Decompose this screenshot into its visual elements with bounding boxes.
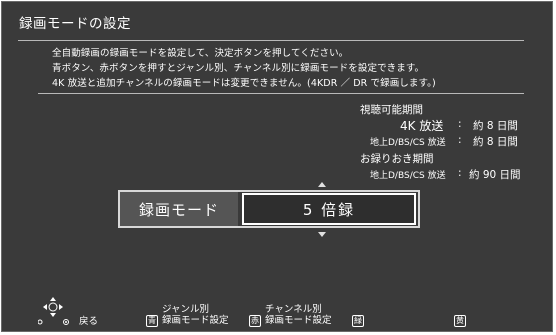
title-divider [18, 40, 524, 41]
record-mode-label: 録画モード [120, 192, 238, 226]
channel-mode-line-2: 録画モード設定 [265, 315, 332, 326]
viewable-period-heading: 視聴可能期間 [360, 104, 423, 116]
channel-mode-button[interactable]: チャンネル別 録画モード設定 [265, 304, 332, 326]
viewable-terrestrial-value: 約 8 日間 [473, 136, 518, 148]
page-title: 録画モードの設定 [19, 16, 131, 32]
genre-mode-line-1: ジャンル別 [162, 304, 210, 315]
description-divider [38, 93, 524, 94]
viewable-terrestrial-label: 地上D/BS/CS 放送 [370, 138, 446, 148]
genre-mode-button[interactable]: ジャンル別 録画モード設定 [162, 304, 229, 326]
viewable-4k-sep: : [458, 118, 462, 130]
description-line-2: 青ボタン、赤ボタンを押すとジャンル別、チャンネル別に録画モードを設定できます。 [52, 63, 425, 74]
keep-period-heading: お録りおき期間 [360, 153, 434, 165]
record-mode-value[interactable]: 5 倍録 [242, 193, 416, 225]
keep-terrestrial-sep: : [458, 167, 462, 179]
red-key-icon[interactable]: 赤 [249, 315, 261, 327]
description-line-1: 全自動録画の録画モードを設定して、決定ボタンを押してください。 [52, 48, 349, 59]
keep-terrestrial-value: 約 90 日間 [469, 169, 521, 181]
viewable-4k-value: 約 8 日間 [473, 120, 518, 132]
scroll-down-icon[interactable] [318, 232, 326, 237]
scroll-up-icon[interactable] [318, 182, 326, 187]
viewable-terrestrial-sep: : [458, 134, 462, 146]
green-key-icon[interactable]: 緑 [352, 315, 364, 327]
viewable-4k-label: 4K 放送 [400, 119, 444, 133]
dpad-icon [38, 297, 69, 325]
genre-mode-line-2: 録画モード設定 [162, 315, 229, 326]
record-mode-selector: 録画モード 5 倍録 [118, 190, 420, 228]
yellow-key-icon[interactable]: 黄 [454, 315, 466, 327]
keep-terrestrial-label: 地上D/BS/CS 放送 [370, 171, 446, 181]
channel-mode-line-1: チャンネル別 [265, 304, 322, 315]
blue-key-icon[interactable]: 青 [146, 315, 158, 327]
description-line-3: 4K 放送と追加チャンネルの録画モードは変更できません。(4KDR ／ DR で… [52, 78, 436, 89]
back-button[interactable]: 戻る [79, 316, 98, 327]
settings-screen: 録画モードの設定 全自動録画の録画モードを設定して、決定ボタンを押してください。… [1, 1, 553, 332]
